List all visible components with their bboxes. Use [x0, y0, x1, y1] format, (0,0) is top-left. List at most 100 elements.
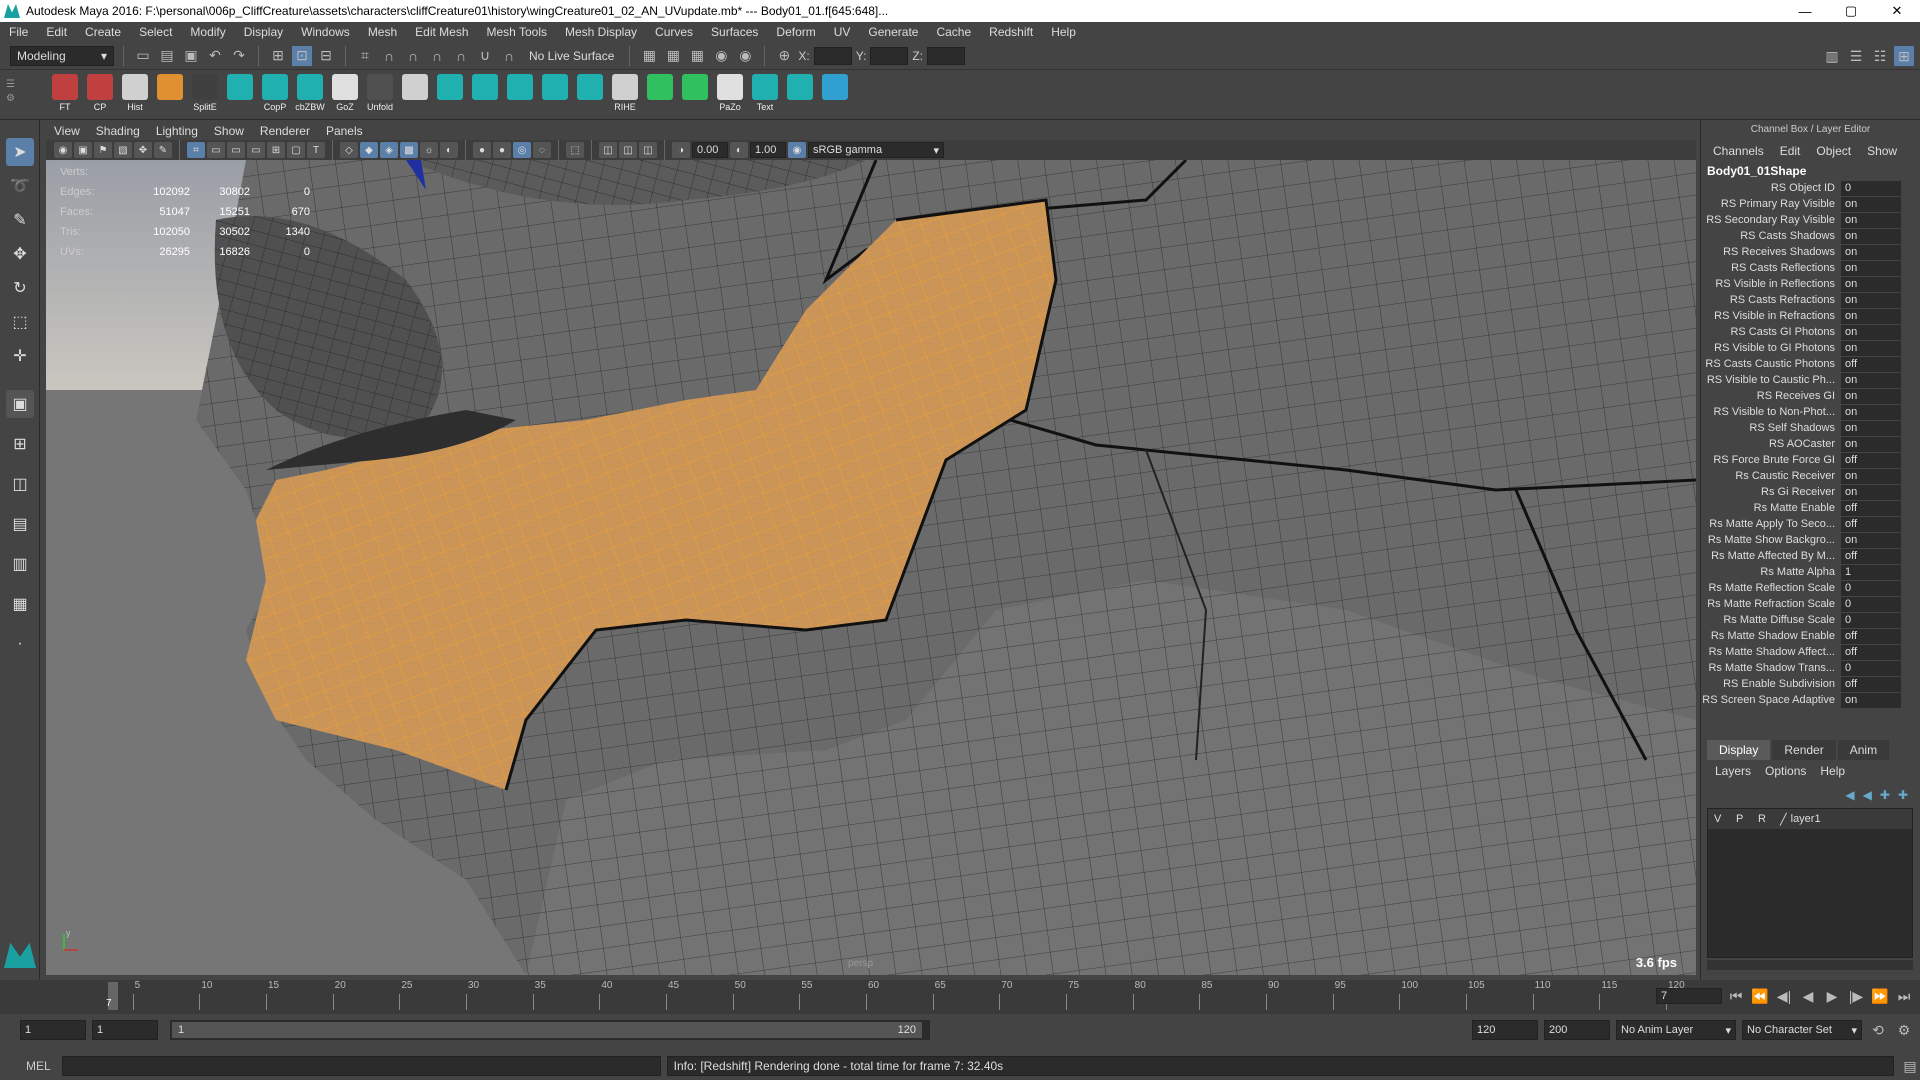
- attribute-row[interactable]: Rs Matte Affected By M... off: [1701, 548, 1920, 564]
- select-component-icon[interactable]: ⊟: [316, 46, 336, 66]
- attribute-value[interactable]: on: [1841, 484, 1901, 500]
- attribute-row[interactable]: RS AOCaster on: [1701, 436, 1920, 452]
- attribute-name[interactable]: RS AOCaster: [1701, 438, 1841, 450]
- attribute-name[interactable]: RS Visible in Refractions: [1701, 310, 1841, 322]
- render-current-icon[interactable]: ▦: [639, 46, 659, 66]
- gamma-icon[interactable]: ◐: [730, 142, 748, 158]
- layer-row[interactable]: V P R ╱ layer1: [1708, 809, 1912, 829]
- attribute-row[interactable]: RS Casts GI Photons on: [1701, 324, 1920, 340]
- attribute-row[interactable]: RS Secondary Ray Visible on: [1701, 212, 1920, 228]
- viewport-menu-panels[interactable]: Panels: [318, 124, 371, 138]
- camera-attributes-icon[interactable]: ▣: [74, 142, 92, 158]
- attribute-value[interactable]: on: [1841, 244, 1901, 260]
- shelf-item-tool-12[interactable]: [470, 74, 500, 116]
- attribute-row[interactable]: Rs Matte Reflection Scale 0: [1701, 580, 1920, 596]
- attribute-name[interactable]: RS Secondary Ray Visible: [1701, 214, 1841, 226]
- maximize-button[interactable]: ▢: [1828, 0, 1874, 22]
- gamma-field[interactable]: 1.00: [750, 142, 786, 158]
- attribute-name[interactable]: RS Visible to GI Photons: [1701, 342, 1841, 354]
- magnet-icon[interactable]: ∪: [475, 46, 495, 66]
- attribute-value[interactable]: on: [1841, 532, 1901, 548]
- layer-color-icon[interactable]: ╱: [1780, 813, 1787, 826]
- attribute-value[interactable]: on: [1841, 436, 1901, 452]
- attribute-value[interactable]: on: [1841, 292, 1901, 308]
- attribute-name[interactable]: RS Casts GI Photons: [1701, 326, 1841, 338]
- depth-of-field-icon[interactable]: ◌: [533, 142, 551, 158]
- menu-set-dropdown[interactable]: Modeling ▾: [10, 45, 114, 66]
- paint-select-icon[interactable]: ✎: [6, 206, 34, 234]
- playback-start-field[interactable]: 1: [92, 1020, 158, 1040]
- layout-four-icon[interactable]: ⊞: [6, 430, 34, 458]
- attribute-name[interactable]: RS Force Brute Force GI: [1701, 454, 1841, 466]
- undo-icon[interactable]: ↶: [205, 46, 225, 66]
- attribute-row[interactable]: Rs Matte Shadow Trans... 0: [1701, 660, 1920, 676]
- menu-mesh-display[interactable]: Mesh Display: [556, 25, 646, 39]
- menu-select[interactable]: Select: [130, 25, 181, 39]
- attribute-value[interactable]: 0: [1841, 580, 1901, 596]
- image-plane-icon[interactable]: ▧: [114, 142, 132, 158]
- attribute-value[interactable]: 0: [1841, 660, 1901, 676]
- command-input[interactable]: [61, 1056, 661, 1076]
- attribute-row[interactable]: Rs Matte Shadow Affect... off: [1701, 644, 1920, 660]
- attribute-name[interactable]: Rs Matte Diffuse Scale: [1701, 614, 1841, 626]
- shelf-item-tool-17[interactable]: [645, 74, 675, 116]
- snap-surface-icon[interactable]: ∩: [451, 46, 471, 66]
- layer-menu-layers[interactable]: Layers: [1715, 764, 1751, 778]
- manipulator-icon[interactable]: ✛: [6, 342, 34, 370]
- exposure-icon[interactable]: ◑: [672, 142, 690, 158]
- attribute-row[interactable]: Rs Matte Apply To Seco... off: [1701, 516, 1920, 532]
- new-scene-icon[interactable]: ▭: [133, 46, 153, 66]
- shelf-menu-icon[interactable]: ☰ ⚙: [6, 78, 22, 106]
- attribute-value[interactable]: on: [1841, 260, 1901, 276]
- step-back-key-icon[interactable]: ⏪: [1750, 986, 1770, 1006]
- attribute-row[interactable]: RS Receives Shadows on: [1701, 244, 1920, 260]
- shelf-item-tool-18[interactable]: [680, 74, 710, 116]
- render-settings-icon[interactable]: ▦: [687, 46, 707, 66]
- menu-file[interactable]: File: [0, 25, 37, 39]
- scale-tool-icon[interactable]: ⬚: [6, 308, 34, 336]
- field-chart-icon[interactable]: ⊞: [267, 142, 285, 158]
- xray-joints-icon[interactable]: ◫: [619, 142, 637, 158]
- viewport-menu-shading[interactable]: Shading: [88, 124, 148, 138]
- attribute-value[interactable]: on: [1841, 228, 1901, 244]
- attribute-value[interactable]: on: [1841, 212, 1901, 228]
- menu-cache[interactable]: Cache: [927, 25, 980, 39]
- live-surface-label[interactable]: No Live Surface: [523, 49, 620, 63]
- menu-mesh[interactable]: Mesh: [359, 25, 406, 39]
- shelf-item-tool-13[interactable]: [505, 74, 535, 116]
- attribute-row[interactable]: RS Primary Ray Visible on: [1701, 196, 1920, 212]
- attribute-name[interactable]: RS Visible in Reflections: [1701, 278, 1841, 290]
- rotate-tool-icon[interactable]: ↻: [6, 274, 34, 302]
- shelf-item-ft[interactable]: FT: [50, 74, 80, 116]
- color-management-icon[interactable]: ◉: [788, 142, 806, 158]
- attribute-name[interactable]: Rs Caustic Receiver: [1701, 470, 1841, 482]
- ipr-render-icon[interactable]: ▦: [663, 46, 683, 66]
- move-layer-up-icon[interactable]: ◀: [1845, 788, 1854, 802]
- layout-custom-icon[interactable]: ·: [6, 630, 34, 658]
- layer-reference-toggle[interactable]: R: [1758, 813, 1776, 825]
- menu-windows[interactable]: Windows: [292, 25, 359, 39]
- select-tool-icon[interactable]: ➤: [6, 138, 34, 166]
- shelf-item-cp[interactable]: CP: [85, 74, 115, 116]
- shadows-icon[interactable]: ◐: [440, 142, 458, 158]
- new-layer-icon[interactable]: ✚: [1880, 788, 1890, 802]
- layer-scrollbar[interactable]: [1707, 960, 1913, 970]
- attribute-value[interactable]: on: [1841, 404, 1901, 420]
- playback-end-field[interactable]: 120: [1472, 1020, 1538, 1040]
- select-hierarchy-icon[interactable]: ⊞: [268, 46, 288, 66]
- attribute-value[interactable]: 0: [1841, 596, 1901, 612]
- attribute-value[interactable]: on: [1841, 308, 1901, 324]
- attribute-row[interactable]: RS Visible in Reflections on: [1701, 276, 1920, 292]
- menu-modify[interactable]: Modify: [181, 25, 234, 39]
- shelf-item-hist[interactable]: Hist: [120, 74, 150, 116]
- attribute-row[interactable]: RS Casts Caustic Photons off: [1701, 356, 1920, 372]
- y-field[interactable]: [870, 46, 909, 65]
- gate-mask-icon[interactable]: ▭: [247, 142, 265, 158]
- attribute-value[interactable]: off: [1841, 452, 1901, 468]
- safe-title-icon[interactable]: T: [307, 142, 325, 158]
- menu-generate[interactable]: Generate: [859, 25, 927, 39]
- tab-anim[interactable]: Anim: [1837, 740, 1890, 760]
- move-tool-icon[interactable]: ✥: [6, 240, 34, 268]
- shelf-item-tool-11[interactable]: [435, 74, 465, 116]
- play-forward-icon[interactable]: ▶: [1822, 986, 1842, 1006]
